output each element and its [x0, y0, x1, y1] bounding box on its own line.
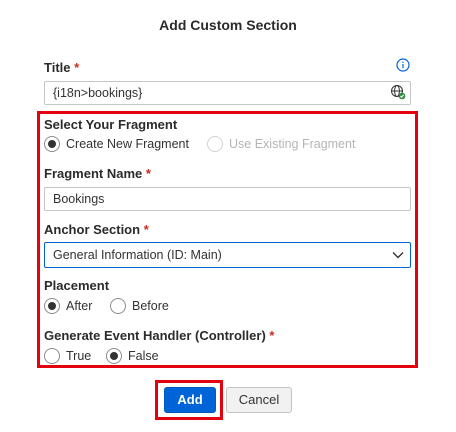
radio-circle[interactable]	[106, 348, 122, 364]
title-input[interactable]: {i18n>bookings}	[44, 81, 411, 105]
radio-circle[interactable]	[110, 298, 126, 314]
required-mark: *	[145, 166, 151, 181]
required-mark: *	[269, 328, 275, 343]
chevron-down-icon[interactable]	[392, 250, 404, 260]
fragment-name-label: Fragment Name *	[44, 166, 151, 181]
event-handler-label: Generate Event Handler (Controller) *	[44, 328, 274, 343]
radio-true[interactable]: True	[44, 348, 91, 364]
radio-label: Create New Fragment	[66, 137, 189, 151]
add-button[interactable]: Add	[164, 387, 216, 413]
radio-false[interactable]: False	[106, 348, 159, 364]
radio-circle[interactable]	[44, 136, 60, 152]
dialog-title: Add Custom Section	[159, 17, 297, 33]
radio-label: True	[66, 349, 92, 363]
anchor-section-label-text: Anchor Section	[44, 222, 141, 237]
radio-dot	[48, 302, 56, 310]
placement-label: Placement	[44, 278, 110, 293]
fragment-name-input[interactable]: Bookings	[44, 187, 411, 211]
radio-before[interactable]: Before	[110, 298, 169, 314]
fragment-name-label-text: Fragment Name	[44, 166, 143, 181]
radio-label: After	[66, 299, 93, 313]
required-mark: *	[143, 222, 149, 237]
radio-label: False	[128, 349, 159, 363]
anchor-section-value: General Information (ID: Main)	[53, 248, 222, 262]
radio-create-new-fragment[interactable]: Create New Fragment	[44, 136, 189, 152]
anchor-section-select[interactable]: General Information (ID: Main)	[44, 242, 411, 268]
radio-use-existing-fragment[interactable]: Use Existing Fragment	[207, 136, 355, 152]
radio-circle[interactable]	[44, 348, 60, 364]
fragment-label: Select Your Fragment	[44, 117, 178, 132]
radio-circle[interactable]	[44, 298, 60, 314]
translation-globe-icon[interactable]	[390, 84, 406, 100]
event-handler-label-text: Generate Event Handler (Controller)	[44, 328, 266, 343]
radio-circle[interactable]	[207, 136, 223, 152]
radio-dot	[110, 352, 118, 360]
radio-label: Use Existing Fragment	[229, 137, 356, 151]
title-label-text: Title	[44, 60, 71, 75]
radio-label: Before	[132, 299, 169, 313]
info-icon[interactable]	[396, 58, 410, 72]
cancel-button[interactable]: Cancel	[226, 387, 292, 413]
radio-after[interactable]: After	[44, 298, 92, 314]
anchor-section-label: Anchor Section *	[44, 222, 149, 237]
radio-dot	[48, 140, 56, 148]
required-mark: *	[74, 60, 80, 75]
title-label: Title *	[44, 60, 79, 75]
